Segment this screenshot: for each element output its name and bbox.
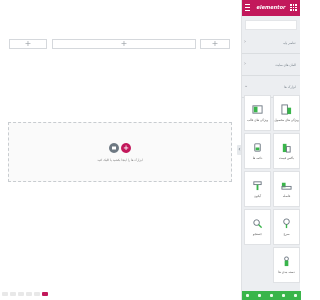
plus-icon: + bbox=[211, 39, 219, 48]
device-tab[interactable] bbox=[18, 292, 24, 296]
drop-zone-text: ابزارک ها را اینجا بکشید یا کلیک کنید bbox=[97, 157, 143, 162]
widget-layout[interactable]: ویژگی های محصول bbox=[273, 95, 300, 131]
drop-zone[interactable]: + ابزارک ها را اینجا بکشید یا کلیک کنید bbox=[8, 122, 232, 182]
add-column-center[interactable]: + bbox=[52, 39, 196, 49]
category-basic[interactable]: › عناصر پایه bbox=[242, 32, 300, 54]
widget-search[interactable]: جستجو bbox=[244, 209, 271, 245]
panel-logo: elementor bbox=[256, 5, 286, 11]
device-tabs bbox=[2, 292, 48, 296]
spacer-icon bbox=[281, 182, 292, 190]
device-tab[interactable] bbox=[10, 292, 16, 296]
widget-spacer[interactable]: فاصله bbox=[273, 171, 300, 207]
widget-label: ویژگی های قالب bbox=[247, 118, 268, 122]
add-column-right[interactable]: + bbox=[200, 39, 230, 49]
widget-label: فاصله bbox=[282, 194, 291, 198]
widget-search-alt[interactable]: سرچ bbox=[273, 209, 300, 245]
person-icon bbox=[284, 256, 289, 267]
widget-label: باکس قیمت bbox=[279, 156, 294, 160]
category-label: المان های سایت bbox=[275, 62, 296, 67]
widget-label: آیکون bbox=[253, 194, 262, 198]
widget-label: دسته بندی ها bbox=[278, 270, 295, 274]
device-tab[interactable] bbox=[2, 292, 8, 296]
responsive-icon[interactable] bbox=[281, 294, 285, 297]
device-tab-active[interactable] bbox=[42, 292, 48, 296]
chevron-icon: › bbox=[244, 61, 246, 67]
price-box-icon bbox=[282, 143, 291, 153]
device-tab[interactable] bbox=[26, 292, 32, 296]
grid-icon[interactable] bbox=[290, 4, 297, 11]
panel-header: elementor bbox=[242, 0, 300, 16]
chevron-down-icon: ⌄ bbox=[244, 83, 249, 89]
widget-panel: elementor › عناصر پایه › المان های سایت … bbox=[241, 0, 301, 300]
widget-label: دکمه ها bbox=[252, 156, 263, 160]
category-label: عناصر پایه bbox=[283, 40, 296, 45]
widget-button[interactable]: دکمه ها bbox=[244, 133, 271, 169]
layout-icon bbox=[281, 104, 292, 115]
button-icon bbox=[254, 143, 261, 152]
panel-footer bbox=[242, 291, 301, 300]
widget-section[interactable]: ویژگی های قالب bbox=[244, 95, 271, 131]
category-site[interactable]: › المان های سایت bbox=[242, 54, 300, 76]
widget-placeholder bbox=[244, 247, 271, 283]
section-icon bbox=[252, 105, 263, 114]
search-alt-icon bbox=[283, 218, 290, 229]
preview-icon[interactable] bbox=[293, 294, 297, 297]
widget-search-input[interactable] bbox=[245, 20, 297, 30]
toggle-icon bbox=[253, 181, 262, 191]
navigator-icon[interactable] bbox=[258, 294, 262, 297]
chevron-icon: › bbox=[244, 39, 246, 45]
device-tab[interactable] bbox=[34, 292, 40, 296]
history-icon[interactable] bbox=[269, 294, 273, 297]
search-icon bbox=[253, 219, 263, 229]
widget-categories[interactable]: دسته بندی ها bbox=[273, 247, 300, 283]
widget-icon[interactable]: آیکون bbox=[244, 171, 271, 207]
plus-icon: + bbox=[120, 39, 128, 48]
page-canvas: + + + + ابزارک ها را اینجا بکشید یا کلیک… bbox=[0, 0, 238, 300]
hamburger-icon[interactable] bbox=[245, 4, 250, 11]
add-section-button[interactable]: + bbox=[121, 142, 131, 153]
widget-price-box[interactable]: باکس قیمت bbox=[273, 133, 300, 169]
widget-label: جستجو bbox=[253, 232, 262, 236]
template-library-button[interactable] bbox=[109, 142, 119, 153]
editor-app: + + + + ابزارک ها را اینجا بکشید یا کلیک… bbox=[0, 0, 301, 300]
category-label: ابزارک ها bbox=[284, 84, 296, 89]
add-column-left[interactable]: + bbox=[9, 39, 47, 49]
plus-icon: + bbox=[24, 39, 32, 48]
folder-icon bbox=[112, 146, 116, 149]
widget-label: ویژگی های محصول bbox=[274, 118, 299, 122]
widget-grid: ویژگی های قالب ویژگی های محصول دکمه ها ب… bbox=[244, 95, 300, 283]
widget-label: سرچ bbox=[283, 232, 290, 236]
settings-icon[interactable] bbox=[246, 294, 250, 297]
drop-zone-buttons: + bbox=[109, 142, 131, 153]
